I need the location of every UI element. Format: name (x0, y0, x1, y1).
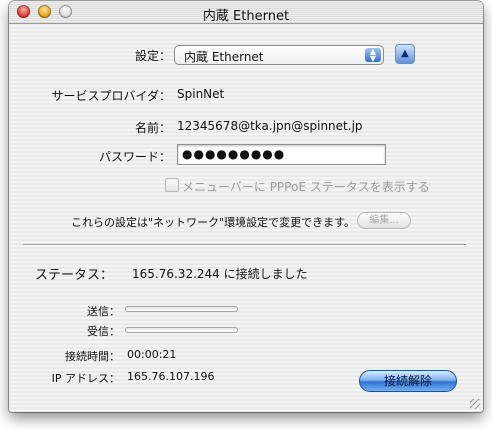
title-bar[interactable]: 内蔵 Ethernet (9, 1, 483, 24)
settings-note: これらの設定は"ネットワーク"環境設定で変更できます。 (71, 216, 356, 229)
pppoe-window: 内蔵 Ethernet 設定： 内蔵 Ethernet ▲ ▼ ▲ サービスプロバ… (9, 1, 483, 412)
ip-address-label: IP アドレス： (51, 372, 120, 385)
menubar-status-checkbox[interactable] (165, 178, 179, 192)
receive-label: 受信： (87, 325, 120, 338)
send-label: 送信： (87, 305, 120, 318)
config-selected: 内蔵 Ethernet (184, 50, 264, 64)
status-label: ステータス： (35, 268, 114, 283)
account-label: 名前： (134, 121, 171, 135)
window-title: 内蔵 Ethernet (202, 9, 290, 24)
receive-progress-bar (125, 327, 238, 333)
status-value: 165.76.32.244 に接続しました (132, 267, 308, 281)
config-popup[interactable]: 内蔵 Ethernet ▲ ▼ (174, 45, 384, 65)
eject-icon[interactable]: ▲ (395, 44, 415, 64)
send-progress-bar (125, 306, 238, 312)
disconnect-button[interactable]: 接続解除 (359, 370, 457, 392)
edit-button[interactable]: 編集... (357, 212, 411, 229)
connect-time-label: 接続時間： (65, 350, 120, 363)
separator (23, 244, 466, 246)
up-down-arrows-icon: ▲ ▼ (365, 48, 381, 63)
account-value: 12345678@tka.jpn@spinnet.jp (177, 119, 363, 133)
config-label: 設定： (134, 49, 171, 63)
provider-value: SpinNet (177, 87, 225, 101)
menubar-status-label: メニューバーに PPPoE ステータスを表示する (182, 180, 430, 194)
ip-address-value: 165.76.107.196 (127, 370, 215, 383)
provider-label: サービスプロバイダ： (51, 89, 171, 103)
password-label: パスワード： (98, 150, 171, 164)
connect-time-value: 00:00:21 (127, 348, 177, 361)
password-field[interactable]: ●●●●●●●●● (177, 144, 386, 165)
resize-handle[interactable] (470, 399, 480, 409)
